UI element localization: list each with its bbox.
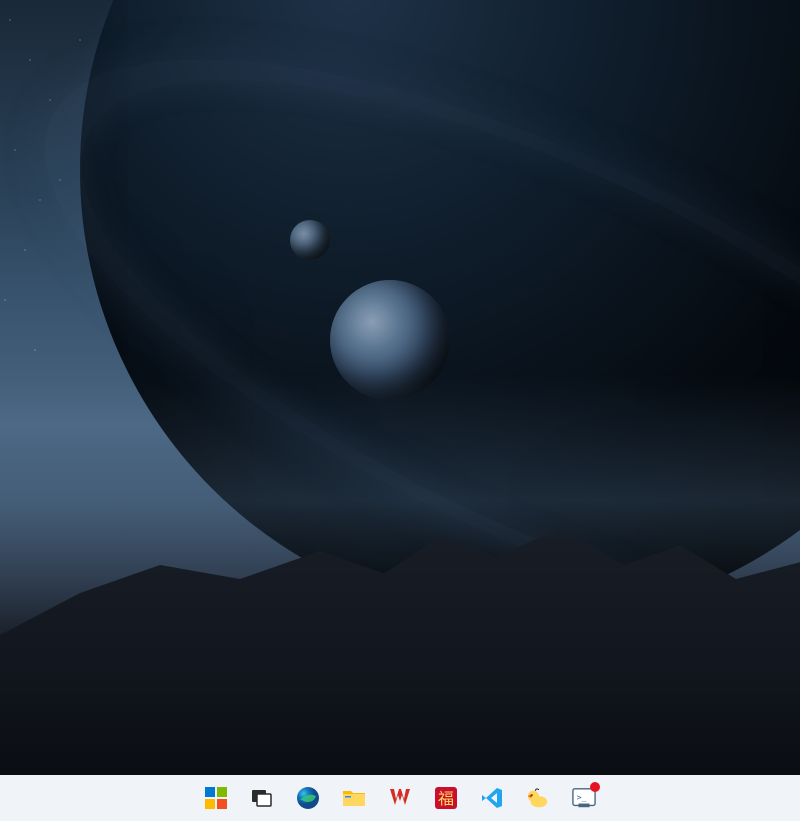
duck-icon [526,786,550,810]
vscode-icon [480,786,504,810]
wallpaper-moon-small [290,220,330,260]
taskbar: 福 >_ [0,775,800,821]
start-button[interactable] [196,778,236,818]
fu-icon: 福 [434,786,458,810]
vscode-button[interactable] [472,778,512,818]
edge-button[interactable] [288,778,328,818]
notification-badge [590,782,600,792]
desktop-wallpaper[interactable] [0,0,800,775]
terminal-button[interactable]: >_ [564,778,604,818]
svg-text:福: 福 [438,790,454,808]
task-view-button[interactable] [242,778,282,818]
fu-app-button[interactable]: 福 [426,778,466,818]
windows-icon [204,786,228,810]
task-view-icon [250,786,274,810]
wps-button[interactable] [380,778,420,818]
folder-icon [342,786,366,810]
edge-icon [296,786,320,810]
svg-text:>_: >_ [577,792,587,802]
wps-icon [388,786,412,810]
file-explorer-button[interactable] [334,778,374,818]
duck-app-button[interactable] [518,778,558,818]
